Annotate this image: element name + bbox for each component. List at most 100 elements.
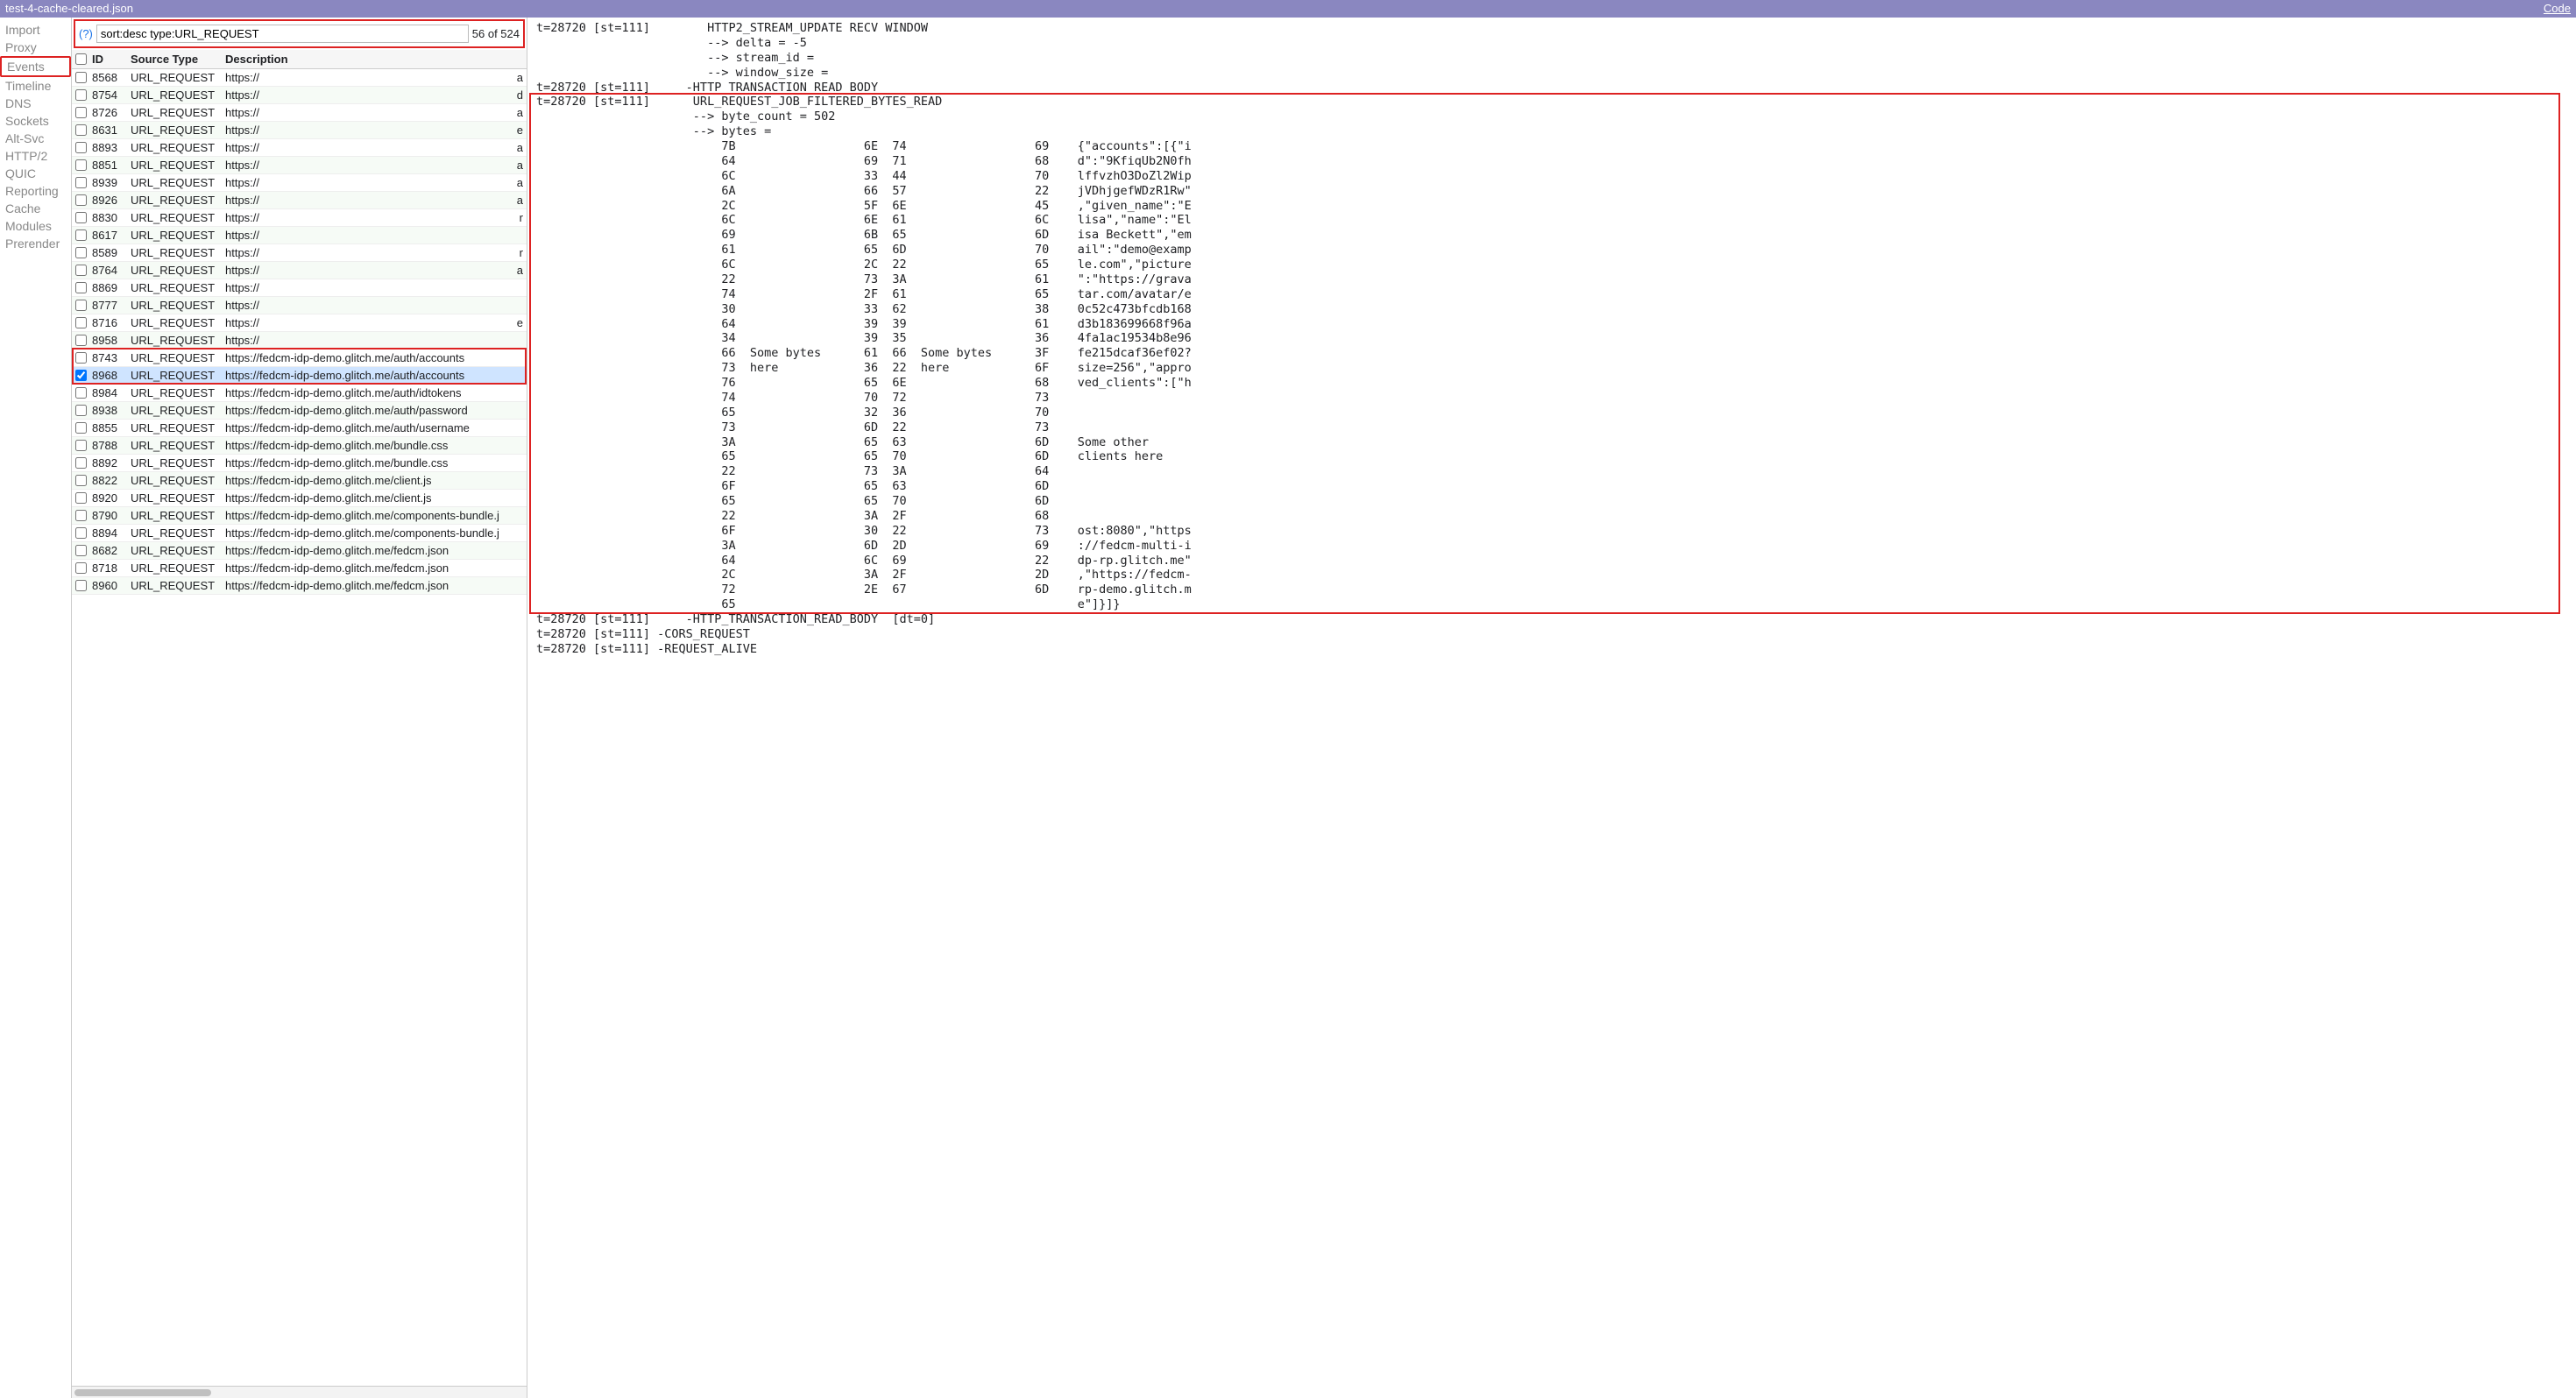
sidebar-item-import[interactable]: Import (0, 21, 71, 39)
table-row[interactable]: 8869URL_REQUESThttps:// (72, 279, 527, 297)
table-row[interactable]: 8726URL_REQUESThttps://a (72, 104, 527, 122)
row-checkbox[interactable] (75, 265, 87, 276)
table-row[interactable]: 8893URL_REQUESThttps://a (72, 139, 527, 157)
table-row[interactable]: 8743URL_REQUESThttps://fedcm-idp-demo.gl… (72, 350, 527, 367)
sidebar-item-prerender[interactable]: Prerender (0, 235, 71, 252)
row-checkbox[interactable] (75, 492, 87, 504)
table-row[interactable]: 8682URL_REQUESThttps://fedcm-idp-demo.gl… (72, 542, 527, 560)
sidebar-item-modules[interactable]: Modules (0, 217, 71, 235)
row-type: URL_REQUEST (131, 246, 225, 259)
row-checkbox[interactable] (75, 457, 87, 469)
row-type: URL_REQUEST (131, 334, 225, 347)
table-row[interactable]: 8764URL_REQUESThttps://a (72, 262, 527, 279)
table-row[interactable]: 8631URL_REQUESThttps://e (72, 122, 527, 139)
sidebar-item-proxy[interactable]: Proxy (0, 39, 71, 56)
row-id: 8631 (92, 124, 131, 137)
col-id-header[interactable]: ID (92, 53, 131, 66)
row-checkbox[interactable] (75, 229, 87, 241)
sidebar-item-quic[interactable]: QUIC (0, 165, 71, 182)
row-checkbox[interactable] (75, 527, 87, 539)
detail-pane[interactable]: t=28720 [st=111] HTTP2_STREAM_UPDATE REC… (527, 18, 2576, 1398)
table-row[interactable]: 8926URL_REQUESThttps://a (72, 192, 527, 209)
row-checkbox[interactable] (75, 335, 87, 346)
table-row[interactable]: 8716URL_REQUESThttps://e (72, 314, 527, 332)
detail-highlight (529, 93, 2560, 614)
table-row[interactable]: 8968URL_REQUESThttps://fedcm-idp-demo.gl… (72, 367, 527, 385)
sidebar-item-sockets[interactable]: Sockets (0, 112, 71, 130)
table-row[interactable]: 8984URL_REQUESThttps://fedcm-idp-demo.gl… (72, 385, 527, 402)
row-checkbox[interactable] (75, 212, 87, 223)
row-checkbox[interactable] (75, 72, 87, 83)
row-id: 8716 (92, 316, 131, 329)
row-id: 8682 (92, 544, 131, 557)
row-checkbox[interactable] (75, 142, 87, 153)
row-id: 8743 (92, 351, 131, 364)
table-row[interactable]: 8589URL_REQUESThttps://r (72, 244, 527, 262)
table-row[interactable]: 8830URL_REQUESThttps://r (72, 209, 527, 227)
row-checkbox[interactable] (75, 405, 87, 416)
table-row[interactable]: 8855URL_REQUESThttps://fedcm-idp-demo.gl… (72, 420, 527, 437)
table-row[interactable]: 8938URL_REQUESThttps://fedcm-idp-demo.gl… (72, 402, 527, 420)
table-row[interactable]: 8718URL_REQUESThttps://fedcm-idp-demo.gl… (72, 560, 527, 577)
row-checkbox[interactable] (75, 159, 87, 171)
row-checkbox[interactable] (75, 317, 87, 328)
col-type-header[interactable]: Source Type (131, 53, 225, 66)
sidebar-item-reporting[interactable]: Reporting (0, 182, 71, 200)
row-checkbox[interactable] (75, 475, 87, 486)
row-checkbox[interactable] (75, 370, 87, 381)
row-id: 8892 (92, 456, 131, 470)
row-checkbox[interactable] (75, 562, 87, 574)
sidebar-item-timeline[interactable]: Timeline (0, 77, 71, 95)
row-checkbox[interactable] (75, 124, 87, 136)
table-row[interactable]: 8822URL_REQUESThttps://fedcm-idp-demo.gl… (72, 472, 527, 490)
table-row[interactable]: 8568URL_REQUESThttps://a (72, 69, 527, 87)
table-row[interactable]: 8617URL_REQUESThttps:// (72, 227, 527, 244)
row-type: URL_REQUEST (131, 159, 225, 172)
row-checkbox[interactable] (75, 282, 87, 293)
row-checkbox[interactable] (75, 247, 87, 258)
row-checkbox[interactable] (75, 194, 87, 206)
sidebar-item-events[interactable]: Events (0, 56, 71, 77)
table-row[interactable]: 8960URL_REQUESThttps://fedcm-idp-demo.gl… (72, 577, 527, 595)
h-scrollbar[interactable] (72, 1386, 527, 1398)
row-checkbox[interactable] (75, 510, 87, 521)
select-all-checkbox[interactable] (75, 53, 87, 66)
row-checkbox[interactable] (75, 107, 87, 118)
row-desc: https://fedcm-idp-demo.glitch.me/bundle.… (225, 456, 523, 470)
row-checkbox[interactable] (75, 89, 87, 101)
row-desc: https://fedcm-idp-demo.glitch.me/fedcm.j… (225, 579, 523, 592)
table-body[interactable]: 8568URL_REQUESThttps://a8754URL_REQUESTh… (72, 69, 527, 1386)
filter-input[interactable] (96, 25, 469, 43)
row-id: 8958 (92, 334, 131, 347)
table-row[interactable]: 8777URL_REQUESThttps:// (72, 297, 527, 314)
table-row[interactable]: 8892URL_REQUESThttps://fedcm-idp-demo.gl… (72, 455, 527, 472)
row-type: URL_REQUEST (131, 579, 225, 592)
row-checkbox[interactable] (75, 177, 87, 188)
row-checkbox[interactable] (75, 387, 87, 399)
row-id: 8790 (92, 509, 131, 522)
table-row[interactable]: 8894URL_REQUESThttps://fedcm-idp-demo.gl… (72, 525, 527, 542)
filter-help-icon[interactable]: (?) (79, 27, 93, 40)
row-checkbox[interactable] (75, 440, 87, 451)
row-type: URL_REQUEST (131, 211, 225, 224)
table-row[interactable]: 8790URL_REQUESThttps://fedcm-idp-demo.gl… (72, 507, 527, 525)
table-row[interactable]: 8851URL_REQUESThttps://a (72, 157, 527, 174)
table-row[interactable]: 8788URL_REQUESThttps://fedcm-idp-demo.gl… (72, 437, 527, 455)
table-row[interactable]: 8754URL_REQUESThttps://d (72, 87, 527, 104)
table-row[interactable]: 8939URL_REQUESThttps://a (72, 174, 527, 192)
row-checkbox[interactable] (75, 300, 87, 311)
row-checkbox[interactable] (75, 545, 87, 556)
sidebar-item-dns[interactable]: DNS (0, 95, 71, 112)
row-type: URL_REQUEST (131, 386, 225, 399)
table-row[interactable]: 8920URL_REQUESThttps://fedcm-idp-demo.gl… (72, 490, 527, 507)
code-link[interactable]: Code (2544, 0, 2571, 18)
sidebar-item-alt-svc[interactable]: Alt-Svc (0, 130, 71, 147)
col-desc-header[interactable]: Description (225, 53, 523, 66)
sidebar-item-http/2[interactable]: HTTP/2 (0, 147, 71, 165)
row-checkbox[interactable] (75, 422, 87, 434)
row-checkbox[interactable] (75, 352, 87, 364)
row-checkbox[interactable] (75, 580, 87, 591)
sidebar-item-cache[interactable]: Cache (0, 200, 71, 217)
table-row[interactable]: 8958URL_REQUESThttps:// (72, 332, 527, 350)
row-id: 8893 (92, 141, 131, 154)
